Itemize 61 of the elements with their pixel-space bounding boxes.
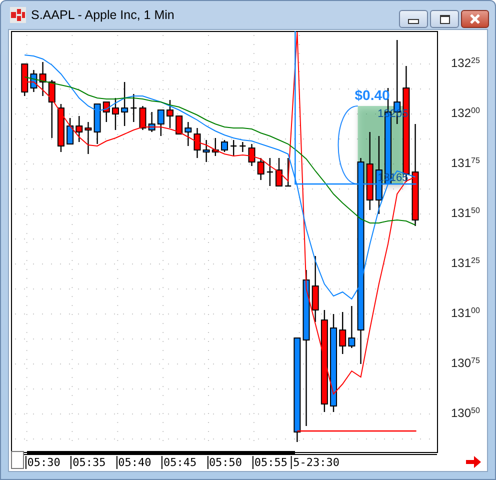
price-axis-label: 132$^{25}$ — [451, 57, 480, 69]
time-axis-label: 5-23:30 — [291, 456, 340, 469]
candlestick — [312, 256, 319, 322]
candlestick — [276, 158, 282, 186]
candlestick — [130, 94, 137, 122]
candlestick — [285, 158, 292, 187]
candlestick — [166, 100, 174, 128]
candlestick — [57, 104, 64, 152]
minimize-button[interactable] — [399, 10, 428, 28]
price-label: 13165 — [378, 172, 408, 184]
candlestick — [76, 116, 83, 142]
scrollbar-thumb[interactable] — [26, 451, 296, 455]
candlestick — [139, 106, 146, 130]
time-axis-label: 05:45 — [162, 456, 197, 469]
candlestick — [184, 122, 192, 146]
close-icon — [469, 14, 481, 24]
candlestick — [194, 128, 201, 158]
candlestick — [248, 144, 256, 166]
candlestick — [94, 104, 101, 144]
candlestick — [39, 62, 46, 96]
price-axis-label: 131$^{75}$ — [451, 157, 480, 169]
candlestick — [21, 64, 28, 96]
time-axis-label: 05:35 — [70, 456, 106, 469]
price-axis-label: 131$^{50}$ — [451, 207, 480, 219]
price-label: 13205 — [378, 108, 408, 120]
time-axis-label: 05:55 — [252, 456, 288, 469]
candlestick — [112, 98, 119, 130]
maximize-icon — [440, 14, 450, 24]
candlestick — [230, 140, 237, 156]
candlestick — [84, 122, 92, 154]
candlestick — [240, 142, 246, 152]
time-axis-label: 05:30 — [25, 456, 60, 469]
candlestick — [212, 138, 219, 156]
candlestick — [157, 110, 164, 136]
minimize-icon — [408, 18, 419, 24]
price-axis-label: 132$^{00}$ — [451, 107, 480, 119]
candlestick — [348, 306, 356, 348]
close-button[interactable] — [461, 10, 489, 28]
candlestick — [202, 140, 210, 162]
price-axis-label: 130$^{75}$ — [451, 357, 480, 369]
time-axis-label: 05:40 — [116, 456, 152, 469]
price-axis-label: 131$^{25}$ — [451, 257, 480, 269]
candlestick — [102, 102, 110, 122]
candlestick — [339, 312, 346, 354]
candlestick — [266, 158, 273, 186]
app-icon — [10, 7, 26, 23]
price-axis-label: 130$^{50}$ — [451, 407, 480, 419]
candlestick — [30, 70, 38, 92]
price-axis-label: 131$^{00}$ — [451, 307, 480, 319]
candlestick — [121, 82, 128, 126]
time-axis-label: 05:50 — [206, 456, 242, 469]
scroll-box[interactable] — [11, 451, 24, 469]
candlestick — [221, 140, 228, 152]
candlestick — [176, 116, 183, 134]
window-title: S.AAPL - Apple Inc, 1 Min — [31, 8, 176, 22]
candlestick — [66, 118, 74, 144]
candlestick — [48, 80, 56, 138]
candlestick — [148, 112, 156, 132]
right-arrow-icon[interactable] — [466, 456, 482, 468]
maximize-button[interactable] — [430, 10, 459, 28]
candlestick — [257, 158, 264, 180]
